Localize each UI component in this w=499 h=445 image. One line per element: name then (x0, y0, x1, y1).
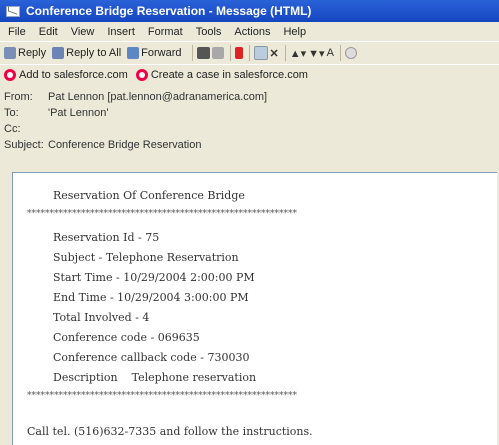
toolbar-separator (191, 45, 193, 61)
window-title: Conference Bridge Reservation - Message … (26, 4, 312, 18)
create-case-button[interactable]: Create a case in salesforce.com (135, 69, 308, 81)
reservation-subject: Subject - Telephone Reservatrion (53, 251, 239, 264)
reply-all-icon (52, 47, 65, 59)
subject-value: Conference Bridge Reservation (48, 139, 202, 151)
title-bar: Conference Bridge Reservation - Message … (0, 0, 499, 22)
reply-all-button[interactable]: Reply to All (52, 47, 121, 59)
to-row: To: 'Pat Lennon' (4, 105, 499, 121)
create-case-label: Create a case in salesforce.com (150, 69, 308, 81)
menu-format[interactable]: Format (148, 26, 183, 38)
conference-code: Conference code - 069635 (53, 331, 200, 344)
separator-line: ****************************************… (27, 209, 297, 219)
subject-label: Subject: (4, 139, 44, 151)
reply-icon (4, 47, 16, 59)
next-item-icon[interactable]: ▼▾ (308, 47, 324, 60)
menu-insert[interactable]: Insert (107, 26, 135, 38)
to-value[interactable]: 'Pat Lennon' (48, 107, 108, 119)
call-instructions: Call tel. (516)632-7335 and follow the i… (27, 425, 313, 438)
flag-icon[interactable] (234, 47, 243, 59)
from-value[interactable]: Pat Lennon [pat.lennon@adranamerica.com] (48, 91, 267, 103)
salesforce-icon (135, 69, 148, 81)
reply-button[interactable]: Reply (4, 47, 46, 59)
address-book-icon[interactable]: A (327, 47, 334, 59)
salesforce-icon (4, 69, 16, 81)
print-icon[interactable] (196, 47, 210, 59)
start-time: Start Time - 10/29/2004 2:00:00 PM (53, 271, 255, 284)
toolbar-separator (229, 45, 231, 61)
menu-file[interactable]: File (8, 26, 26, 38)
delete-icon[interactable]: ✕ (270, 47, 279, 60)
to-label: To: (4, 107, 19, 119)
from-row: From: Pat Lennon [pat.lennon@adranameric… (4, 89, 499, 105)
toolbar-separator (339, 45, 341, 61)
menu-bar: File Edit View Insert Format Tools Actio… (0, 22, 499, 41)
reservation-id: Reservation Id - 75 (53, 231, 160, 244)
move-to-folder-icon[interactable] (211, 47, 224, 59)
message-body[interactable]: Reservation Of Conference Bridge *******… (12, 172, 497, 445)
forward-icon (127, 47, 140, 59)
salesforce-toolbar: Add to salesforce.com Create a case in s… (0, 64, 499, 85)
message-header: From: Pat Lennon [pat.lennon@adranameric… (0, 85, 499, 153)
envelope-icon (6, 5, 20, 17)
separator-line: ****************************************… (27, 391, 297, 401)
previous-item-icon[interactable]: ▲▾ (290, 47, 306, 60)
menu-view[interactable]: View (71, 26, 95, 38)
add-to-salesforce-button[interactable]: Add to salesforce.com (4, 69, 128, 81)
menu-edit[interactable]: Edit (39, 26, 58, 38)
outlook-message-window: Conference Bridge Reservation - Message … (0, 0, 499, 445)
subject-row: Subject: Conference Bridge Reservation (4, 137, 499, 153)
help-icon[interactable] (344, 47, 357, 59)
standard-toolbar: Reply Reply to All Forward ✕ ▲▾ ▼▾ A (0, 41, 499, 64)
menu-help[interactable]: Help (283, 26, 306, 38)
cc-label: Cc: (4, 123, 21, 135)
forward-label: Forward (141, 47, 182, 59)
reply-label: Reply (18, 47, 47, 59)
toolbar-separator (248, 45, 250, 61)
message-title: Reservation Of Conference Bridge (53, 189, 245, 202)
from-label: From: (4, 91, 33, 103)
reply-all-label: Reply to All (66, 47, 122, 59)
callback-code: Conference callback code - 730030 (53, 351, 250, 364)
options-icon[interactable] (253, 46, 268, 60)
toolbar-separator (284, 45, 286, 61)
end-time: End Time - 10/29/2004 3:00:00 PM (53, 291, 249, 304)
cc-row: Cc: (4, 121, 499, 137)
menu-tools[interactable]: Tools (196, 26, 222, 38)
forward-button[interactable]: Forward (127, 47, 182, 59)
description: Description Telephone reservation (53, 371, 257, 384)
menu-actions[interactable]: Actions (234, 26, 270, 38)
add-to-salesforce-label: Add to salesforce.com (19, 69, 128, 81)
total-involved: Total Involved - 4 (53, 311, 150, 324)
